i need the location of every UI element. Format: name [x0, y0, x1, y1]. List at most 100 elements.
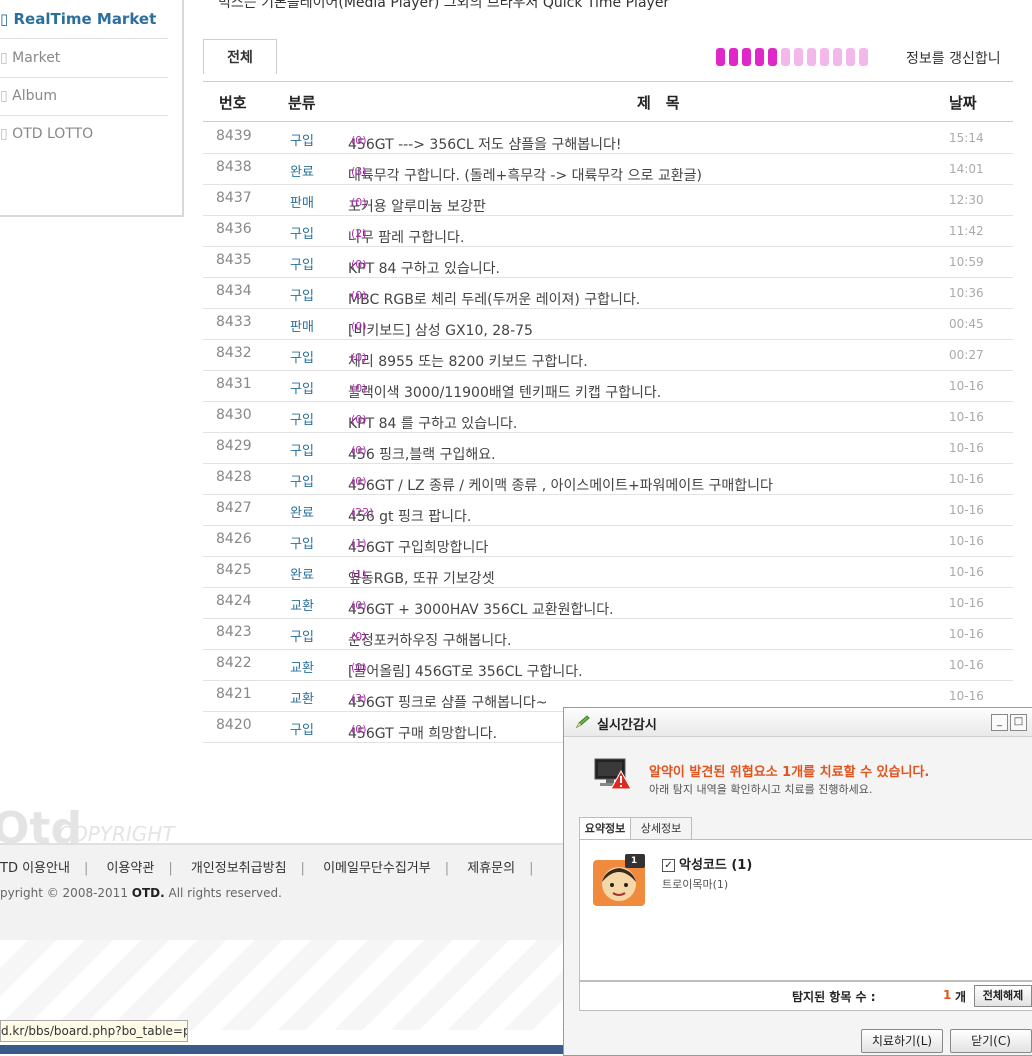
- post-title: 포커용 알루미늄 보강판: [348, 199, 486, 215]
- separator: |: [300, 861, 305, 876]
- maximize-icon[interactable]: □: [1010, 714, 1027, 731]
- table-row[interactable]: 8423 구입 순정포커하우징 구해봅니다. (0) 10-16: [203, 618, 1013, 650]
- post-title: 456GT ---> 356CL 저도 샴플을 구해봅니다!: [348, 137, 622, 153]
- separator: |: [529, 861, 534, 876]
- comment-count: (0): [351, 599, 367, 612]
- tab-summary[interactable]: 요약정보: [579, 817, 631, 840]
- clear-all-button[interactable]: 전체해제: [974, 985, 1032, 1007]
- footer-link-privacy[interactable]: 개인정보취급방침: [191, 857, 287, 876]
- post-date: 10-16: [949, 534, 984, 548]
- post-title: 순정포커하우징 구해봅니다.: [348, 633, 512, 649]
- table-row[interactable]: 8438 완료 대륙무각 구합니다. (돌레+흑무각 -> 대륙무각 으로 교환글)…: [203, 153, 1013, 185]
- post-title: 대륙무각 구합니다. (돌레+흑무각 -> 대륙무각 으로 교환글): [348, 168, 702, 184]
- comment-count: (0): [351, 351, 367, 364]
- post-date: 15:14: [949, 131, 984, 145]
- post-title: 456GT 구입희망합니다: [348, 540, 489, 556]
- footer-link-partnership[interactable]: 제휴문의: [467, 857, 515, 876]
- separator: |: [168, 861, 173, 876]
- table-row[interactable]: 8433 판매 [비키보드] 삼성 GX10, 28-75 (0) 00:45: [203, 308, 1013, 340]
- footer-link-guide[interactable]: TD 이용안내: [0, 857, 70, 876]
- post-category: 구입: [290, 351, 314, 366]
- post-category: 교환: [290, 661, 314, 676]
- post-date: 00:27: [949, 348, 984, 362]
- table-row[interactable]: 8427 완료 456 gt 핑크 팝니다. (22) 10-16: [203, 494, 1013, 526]
- sidebar-item-album[interactable]: ▯ Album: [0, 77, 168, 116]
- bullet-icon: ▯: [0, 88, 8, 104]
- count-unit: 개: [955, 990, 967, 1004]
- post-category: 구입: [290, 413, 314, 428]
- post-title: KPT 84 를 구하고 있습니다.: [348, 416, 518, 432]
- post-title: KPT 84 구하고 있습니다.: [348, 261, 500, 277]
- checkbox-checked-icon[interactable]: ✓: [662, 859, 675, 872]
- progress-segment: [768, 48, 777, 66]
- progress-segment: [846, 48, 855, 66]
- pencil-icon: [575, 715, 590, 729]
- post-category: 구입: [290, 444, 314, 459]
- table-row[interactable]: 8428 구입 456GT / LZ 종류 / 케이맥 종류 , 아이스메이트+파워…: [203, 463, 1013, 495]
- comment-count: (0): [351, 475, 367, 488]
- malware-detail: 트로이목마(1): [662, 878, 729, 891]
- post-category: 완료: [290, 506, 314, 521]
- tab-details[interactable]: 상세정보: [630, 817, 692, 839]
- post-title: 체리 8955 또는 8200 키보드 구합니다.: [348, 354, 588, 370]
- progress-segment: [729, 48, 738, 66]
- comment-count: (3): [351, 692, 367, 705]
- post-category: 구입: [290, 630, 314, 645]
- post-number: 8428: [216, 469, 252, 485]
- tab-all[interactable]: 전체: [203, 39, 277, 74]
- post-date: 10-16: [949, 596, 984, 610]
- post-date: 14:01: [949, 162, 984, 176]
- sidebar-item-realtime-market[interactable]: ▯ RealTime Market: [0, 0, 168, 39]
- post-title: [비키보드] 삼성 GX10, 28-75: [348, 323, 533, 339]
- post-title: MBC RGB로 체리 두레(두꺼운 레이져) 구합니다.: [348, 292, 641, 308]
- progress-segment: [820, 48, 829, 66]
- table-row[interactable]: 8426 구입 456GT 구입희망합니다 (1) 10-16: [203, 525, 1013, 557]
- post-number: 8431: [216, 376, 252, 392]
- table-row[interactable]: 8432 구입 체리 8955 또는 8200 키보드 구합니다. (0) 00:27: [203, 339, 1013, 371]
- table-row[interactable]: 8429 구입 456 핑크,블랙 구입해요. (0) 10-16: [203, 432, 1013, 464]
- window-titlebar[interactable]: 실시간감시 _ □: [564, 708, 1032, 737]
- post-number: 8422: [216, 655, 252, 671]
- table-row[interactable]: 8424 교환 456GT + 3000HAV 356CL 교환원합니다. (0) 10…: [203, 587, 1013, 619]
- top-note: 믹스는 기본플레이어(Media Player) 그외의 브라우저 Quick …: [218, 0, 670, 11]
- table-row[interactable]: 8434 구입 MBC RGB로 체리 두레(두꺼운 레이져) 구합니다. (0) 10…: [203, 277, 1013, 309]
- post-category: 구입: [290, 382, 314, 397]
- header-category: 분류: [288, 94, 316, 112]
- progress-segment: [716, 48, 725, 66]
- sidebar-item-market[interactable]: ▯ Market: [0, 39, 168, 78]
- table-row[interactable]: 8422 교환 [끌어올림] 456GT로 356CL 구합니다. (0) 10-16: [203, 649, 1013, 681]
- post-date: 10-16: [949, 689, 984, 703]
- post-category: 완료: [290, 568, 314, 583]
- comment-count: (0): [351, 134, 367, 147]
- table-row[interactable]: 8431 구입 블랙이색 3000/11900배열 텐키패드 키캡 구합니다. (0)…: [203, 370, 1013, 402]
- post-title: 456 핑크,블랙 구입해요.: [348, 447, 496, 463]
- close-button[interactable]: 닫기(C): [950, 1029, 1032, 1053]
- post-title: 456GT 구매 희망합니다.: [348, 726, 498, 742]
- malware-item[interactable]: ✓ 악성코드 (1): [662, 854, 752, 873]
- minimize-icon[interactable]: _: [991, 714, 1008, 731]
- post-number: 8433: [216, 314, 252, 330]
- sidebar-item-otd-lotto[interactable]: ▯ OTD LOTTO: [0, 115, 168, 153]
- footer-link-email-policy[interactable]: 이메일무단수집거부: [323, 857, 431, 876]
- table-row[interactable]: 8425 완료 옆동RGB, 또뀨 기보강셋 (1) 10-16: [203, 556, 1013, 588]
- progress-segment: [859, 48, 868, 66]
- progress-segment: [807, 48, 816, 66]
- comment-count: (0): [351, 661, 367, 674]
- footer-links: TD 이용안내 | 이용약관 | 개인정보취급방침 | 이메일무단수집거부 | 제휴문의…: [0, 857, 547, 876]
- table-row[interactable]: 8430 구입 KPT 84 를 구하고 있습니다. (0) 10-16: [203, 401, 1013, 433]
- table-row[interactable]: 8437 판매 포커용 알루미늄 보강판 (0) 12:30: [203, 184, 1013, 216]
- post-category: 판매: [290, 320, 314, 335]
- post-title: 456GT + 3000HAV 356CL 교환원합니다.: [348, 602, 614, 618]
- progress-segment: [755, 48, 764, 66]
- footer-link-terms[interactable]: 이용약관: [106, 857, 154, 876]
- comment-count: (2): [351, 227, 367, 240]
- table-row[interactable]: 8435 구입 KPT 84 구하고 있습니다. (0) 10:59: [203, 246, 1013, 278]
- comment-count: (0): [351, 320, 367, 333]
- post-category: 교환: [290, 599, 314, 614]
- post-number: 8437: [216, 190, 252, 206]
- table-row[interactable]: 8436 구입 나무 팜레 구합니다. (2) 11:42: [203, 215, 1013, 247]
- post-date: 10-16: [949, 410, 984, 424]
- table-row[interactable]: 8439 구입 456GT ---> 356CL 저도 샴플을 구해봅니다! (0) 1…: [203, 122, 1013, 154]
- treat-button[interactable]: 치료하기(L): [861, 1029, 943, 1053]
- post-title: 456GT / LZ 종류 / 케이맥 종류 , 아이스메이트+파워메이트 구매…: [348, 478, 773, 494]
